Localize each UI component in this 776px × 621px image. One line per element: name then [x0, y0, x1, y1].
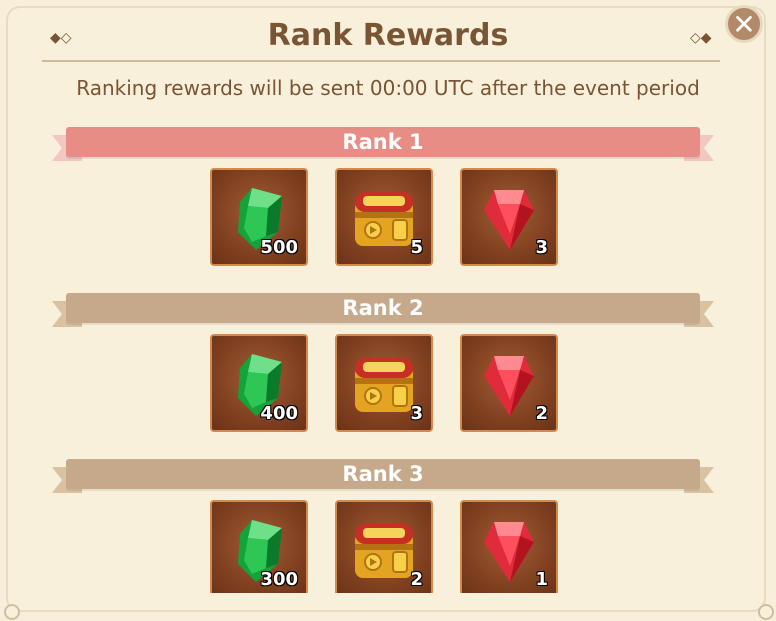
reward-count: 400: [260, 403, 298, 424]
reward-item[interactable]: 3: [460, 168, 558, 266]
rank-banner-2: Rank 2: [52, 293, 714, 331]
panel-corner: [4, 604, 20, 620]
reward-count: 300: [260, 569, 298, 590]
reward-count: 5: [410, 237, 423, 258]
reward-item[interactable]: 2: [460, 334, 558, 432]
reward-row-3: 300 2 1: [210, 500, 558, 593]
rewards-list[interactable]: Rank 1 500 5 3 Rank 2 400 3 2 Rank 3 300…: [0, 0, 776, 593]
reward-count: 1: [535, 569, 548, 590]
reward-count: 3: [410, 403, 423, 424]
reward-count: 2: [410, 569, 423, 590]
reward-item[interactable]: 2: [335, 500, 433, 593]
rank-banner-1: Rank 1: [52, 127, 714, 165]
reward-item[interactable]: 5: [335, 168, 433, 266]
reward-count: 3: [535, 237, 548, 258]
rank-label: Rank 1: [66, 127, 700, 157]
reward-item[interactable]: 300: [210, 500, 308, 593]
reward-item[interactable]: 500: [210, 168, 308, 266]
rank-banner-3: Rank 3: [52, 459, 714, 497]
reward-row-1: 500 5 3: [210, 168, 558, 266]
reward-count: 2: [535, 403, 548, 424]
rank-label: Rank 3: [66, 459, 700, 489]
reward-item[interactable]: 3: [335, 334, 433, 432]
panel-corner: [758, 604, 774, 620]
reward-row-2: 400 3 2: [210, 334, 558, 432]
reward-count: 500: [260, 237, 298, 258]
reward-item[interactable]: 1: [460, 500, 558, 593]
reward-item[interactable]: 400: [210, 334, 308, 432]
rank-label: Rank 2: [66, 293, 700, 323]
